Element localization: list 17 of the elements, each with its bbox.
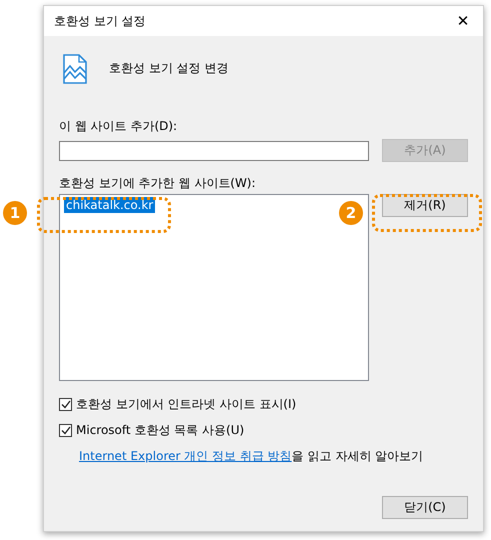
privacy-sentence: Internet Explorer 개인 정보 취급 방침을 읽고 자세히 알아보기 <box>79 448 424 465</box>
header-text: 호환성 보기 설정 변경 <box>109 60 228 77</box>
document-icon <box>63 54 87 84</box>
checkbox-label[interactable]: Microsoft 호환성 목록 사용(U) <box>76 422 244 439</box>
checkbox[interactable] <box>59 398 72 411</box>
privacy-link[interactable]: Internet Explorer 개인 정보 취급 방침 <box>79 449 292 463</box>
field-label: 이 웹 사이트 추가(D): <box>59 118 178 135</box>
step-number: 1 <box>3 201 27 225</box>
close-dialog-button[interactable]: 닫기(C) <box>382 496 468 519</box>
remove-button[interactable]: 제거(R) <box>382 194 468 217</box>
list-label: 호환성 보기에 추가한 웹 사이트(W): <box>59 175 257 192</box>
checkbox-label[interactable]: 호환성 보기에서 인트라넷 사이트 표시(I) <box>76 396 296 413</box>
window-title: 호환성 보기 설정 <box>54 12 146 30</box>
checkbox[interactable] <box>59 424 72 437</box>
close-button[interactable]: ✕ <box>443 6 483 36</box>
input-field[interactable] <box>59 141 369 161</box>
list-item[interactable]: chikatalk.co.kr <box>64 197 156 213</box>
